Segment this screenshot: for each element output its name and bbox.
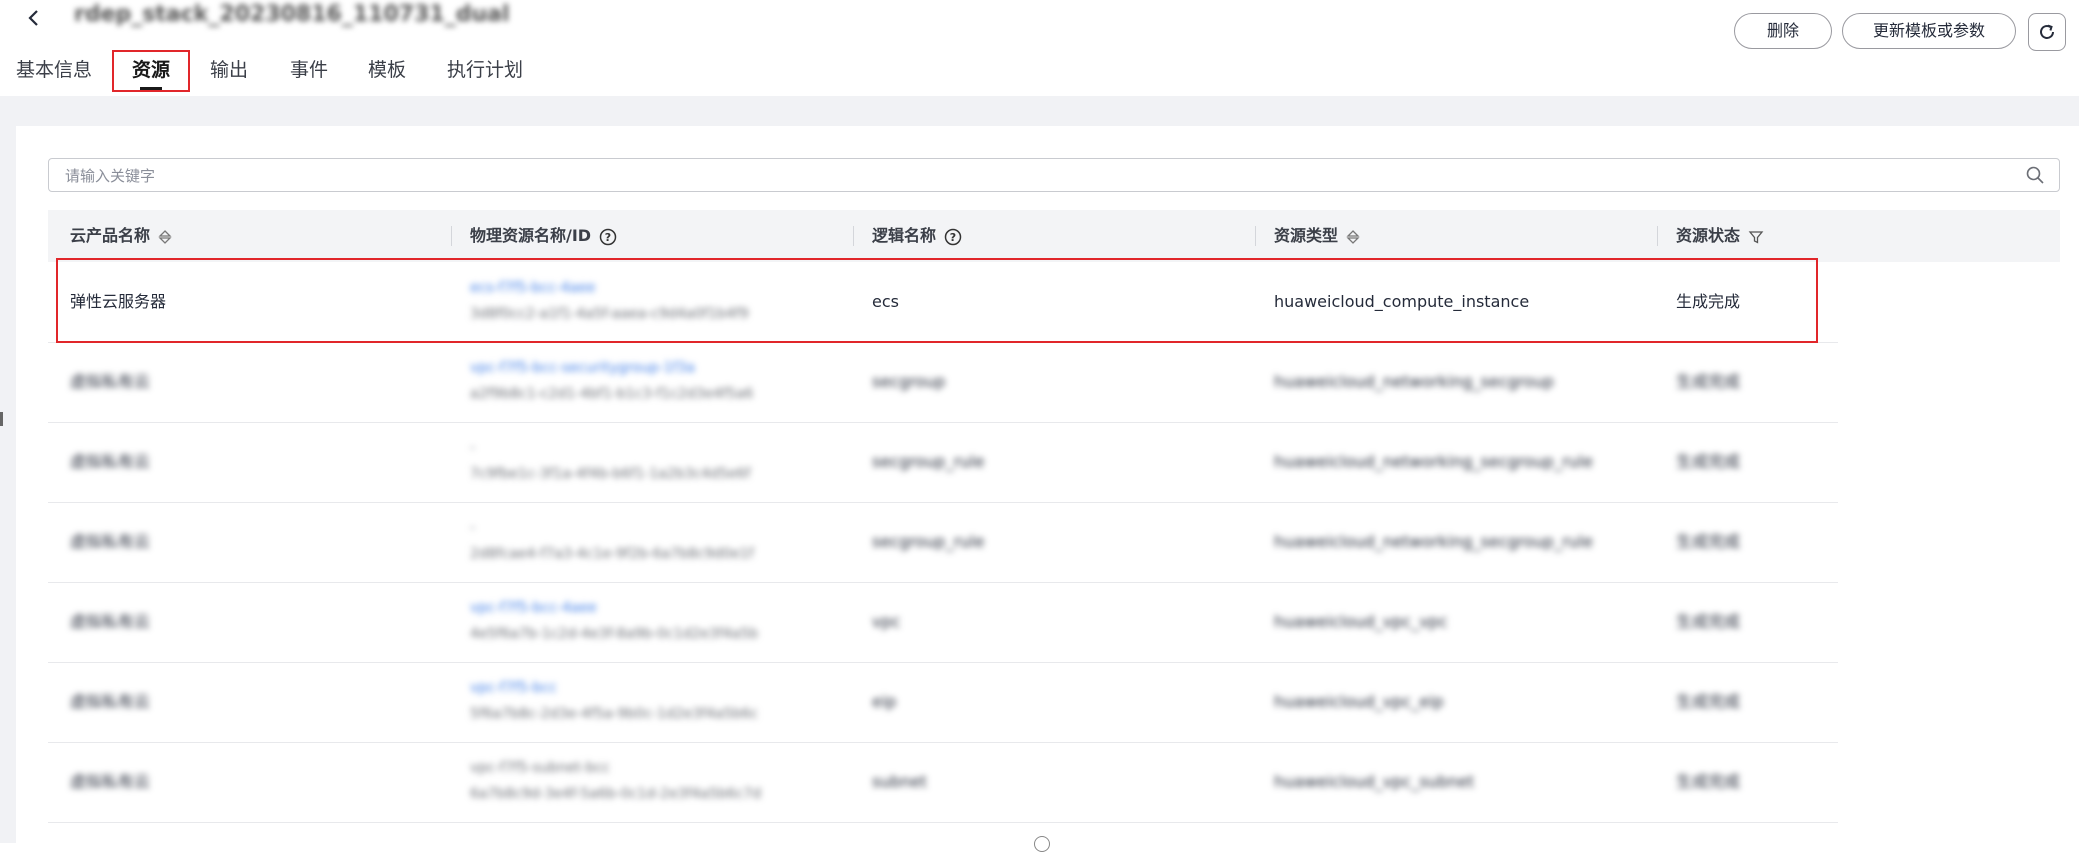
tab-execution-plan[interactable]: 执行计划 <box>447 50 523 94</box>
product-name: 虚拟私有云 <box>70 532 151 551</box>
sort-icon[interactable] <box>158 229 172 245</box>
physical-resource-id: 2d8fcae4-f7a3-4c1e-9f2b-6a7b8c9d0e1f <box>470 546 754 562</box>
product-name: 虚拟私有云 <box>70 692 151 711</box>
refresh-icon <box>2040 24 2054 39</box>
logical-name: subnet <box>872 772 927 791</box>
resource-type: huaweicloud_vpc_eip <box>1274 692 1444 711</box>
column-divider <box>1255 226 1256 246</box>
search-input[interactable] <box>63 162 2007 190</box>
table-header: 云产品名称 物理资源名称/ID? 逻辑名称? 资源类型 资源状态 <box>48 210 2060 262</box>
filter-icon[interactable] <box>1748 229 1764 245</box>
tab-template[interactable]: 模板 <box>368 50 406 94</box>
resource-status: 生成完成 <box>1676 692 1741 711</box>
column-divider <box>1657 226 1658 246</box>
table-row[interactable]: 虚拟私有云 - 7c9fbe1c-3f1a-4f4b-b6f1-1a2b3c4d… <box>48 422 1838 503</box>
resource-type: huaweicloud_networking_secgroup_rule <box>1274 452 1593 471</box>
update-template-button[interactable]: 更新模板或参数 <box>1842 13 2016 49</box>
back-arrow-icon[interactable] <box>22 4 46 32</box>
help-icon[interactable]: ? <box>599 228 617 246</box>
resource-status: 生成完成 <box>1676 452 1741 471</box>
physical-resource-id: a2f9b8c1-c2d1-4bf1-b1c3-f1c2d3e4f5a6 <box>470 386 754 402</box>
logical-name: secgroup_rule <box>872 532 985 551</box>
product-name: 虚拟私有云 <box>70 372 151 391</box>
tab-outputs[interactable]: 输出 <box>210 50 248 94</box>
stack-name: rdep_stack_20230816_110731_dual <box>74 2 510 27</box>
resource-type: huaweicloud_vpc_subnet <box>1274 772 1475 791</box>
physical-resource-link[interactable]: vpc-f7f5-bcc-securitygroup-1f3a <box>470 360 695 376</box>
logical-name: secgroup <box>872 372 946 391</box>
top-bar: rdep_stack_20230816_110731_dual 基本信息 资源 … <box>0 0 2079 96</box>
physical-resource-link: vpc-f7f5-subnet-bcc <box>470 760 611 776</box>
table-row[interactable]: 虚拟私有云 vpc-f7f5-subnet-bcc 6a7b8c9d-3e4f-… <box>48 742 1838 823</box>
tab-basic-info[interactable]: 基本信息 <box>16 50 92 94</box>
col-resource-type[interactable]: 资源类型 <box>1274 210 1360 262</box>
tab-bar: 基本信息 资源 输出 事件 模板 执行计划 <box>0 50 1740 96</box>
product-name: 虚拟私有云 <box>70 452 151 471</box>
sort-icon[interactable] <box>1346 229 1360 245</box>
physical-resource-id: 5f6a7b8c-2d3e-4f5a-9b0c-1d2e3f4a5b6c <box>470 706 758 722</box>
table-row[interactable]: 虚拟私有云 vpc-f7f5-bcc-4aee 4e5f6a7b-1c2d-4e… <box>48 582 1838 663</box>
resource-status: 生成完成 <box>1676 372 1741 391</box>
resource-status: 生成完成 <box>1676 772 1741 791</box>
search-icon[interactable] <box>2025 165 2045 185</box>
tab-highlight-box <box>112 50 190 92</box>
resource-status: 生成完成 <box>1676 612 1741 631</box>
physical-resource-id: 7c9fbe1c-3f1a-4f4b-b6f1-1a2b3c4d5e6f <box>470 466 751 482</box>
physical-resource-id: 4e5f6a7b-1c2d-4e3f-8a9b-0c1d2e3f4a5b <box>470 626 759 642</box>
search-box[interactable] <box>48 158 2060 192</box>
delete-button[interactable]: 删除 <box>1734 13 1832 49</box>
scroll-indicator <box>1034 836 1050 852</box>
resource-type: huaweicloud_vpc_vpc <box>1274 612 1448 631</box>
column-divider <box>853 226 854 246</box>
physical-resource-link[interactable]: vpc-f7f5-bcc <box>470 680 557 696</box>
svg-text:?: ? <box>605 231 611 244</box>
edge-marker <box>0 412 3 426</box>
refresh-button[interactable] <box>2028 13 2066 51</box>
help-icon[interactable]: ? <box>944 228 962 246</box>
tab-events[interactable]: 事件 <box>290 50 328 94</box>
product-name: 虚拟私有云 <box>70 772 151 791</box>
table-row[interactable]: 虚拟私有云 vpc-f7f5-bcc 5f6a7b8c-2d3e-4f5a-9b… <box>48 662 1838 743</box>
physical-resource-link[interactable]: vpc-f7f5-bcc-4aee <box>470 600 597 616</box>
svg-text:?: ? <box>950 231 956 244</box>
row-highlight-box <box>56 258 1818 343</box>
col-physical-name: 物理资源名称/ID? <box>470 210 617 262</box>
logical-name: eip <box>872 692 897 711</box>
table-row[interactable]: 虚拟私有云 vpc-f7f5-bcc-securitygroup-1f3a a2… <box>48 342 1838 423</box>
resource-type: huaweicloud_networking_secgroup_rule <box>1274 532 1593 551</box>
resource-status: 生成完成 <box>1676 532 1741 551</box>
col-logical-name: 逻辑名称? <box>872 210 962 262</box>
logical-name: vpc <box>872 612 901 631</box>
column-divider <box>451 226 452 246</box>
product-name: 虚拟私有云 <box>70 612 151 631</box>
resource-type: huaweicloud_networking_secgroup <box>1274 372 1554 391</box>
col-resource-status[interactable]: 资源状态 <box>1676 210 1764 262</box>
physical-resource-link: - <box>470 520 476 536</box>
physical-resource-id: 6a7b8c9d-3e4f-5a6b-0c1d-2e3f4a5b6c7d <box>470 786 762 802</box>
col-product-name[interactable]: 云产品名称 <box>70 210 172 262</box>
logical-name: secgroup_rule <box>872 452 985 471</box>
physical-resource-link: - <box>470 440 476 456</box>
table-row[interactable]: 虚拟私有云 - 2d8fcae4-f7a3-4c1e-9f2b-6a7b8c9d… <box>48 502 1838 583</box>
